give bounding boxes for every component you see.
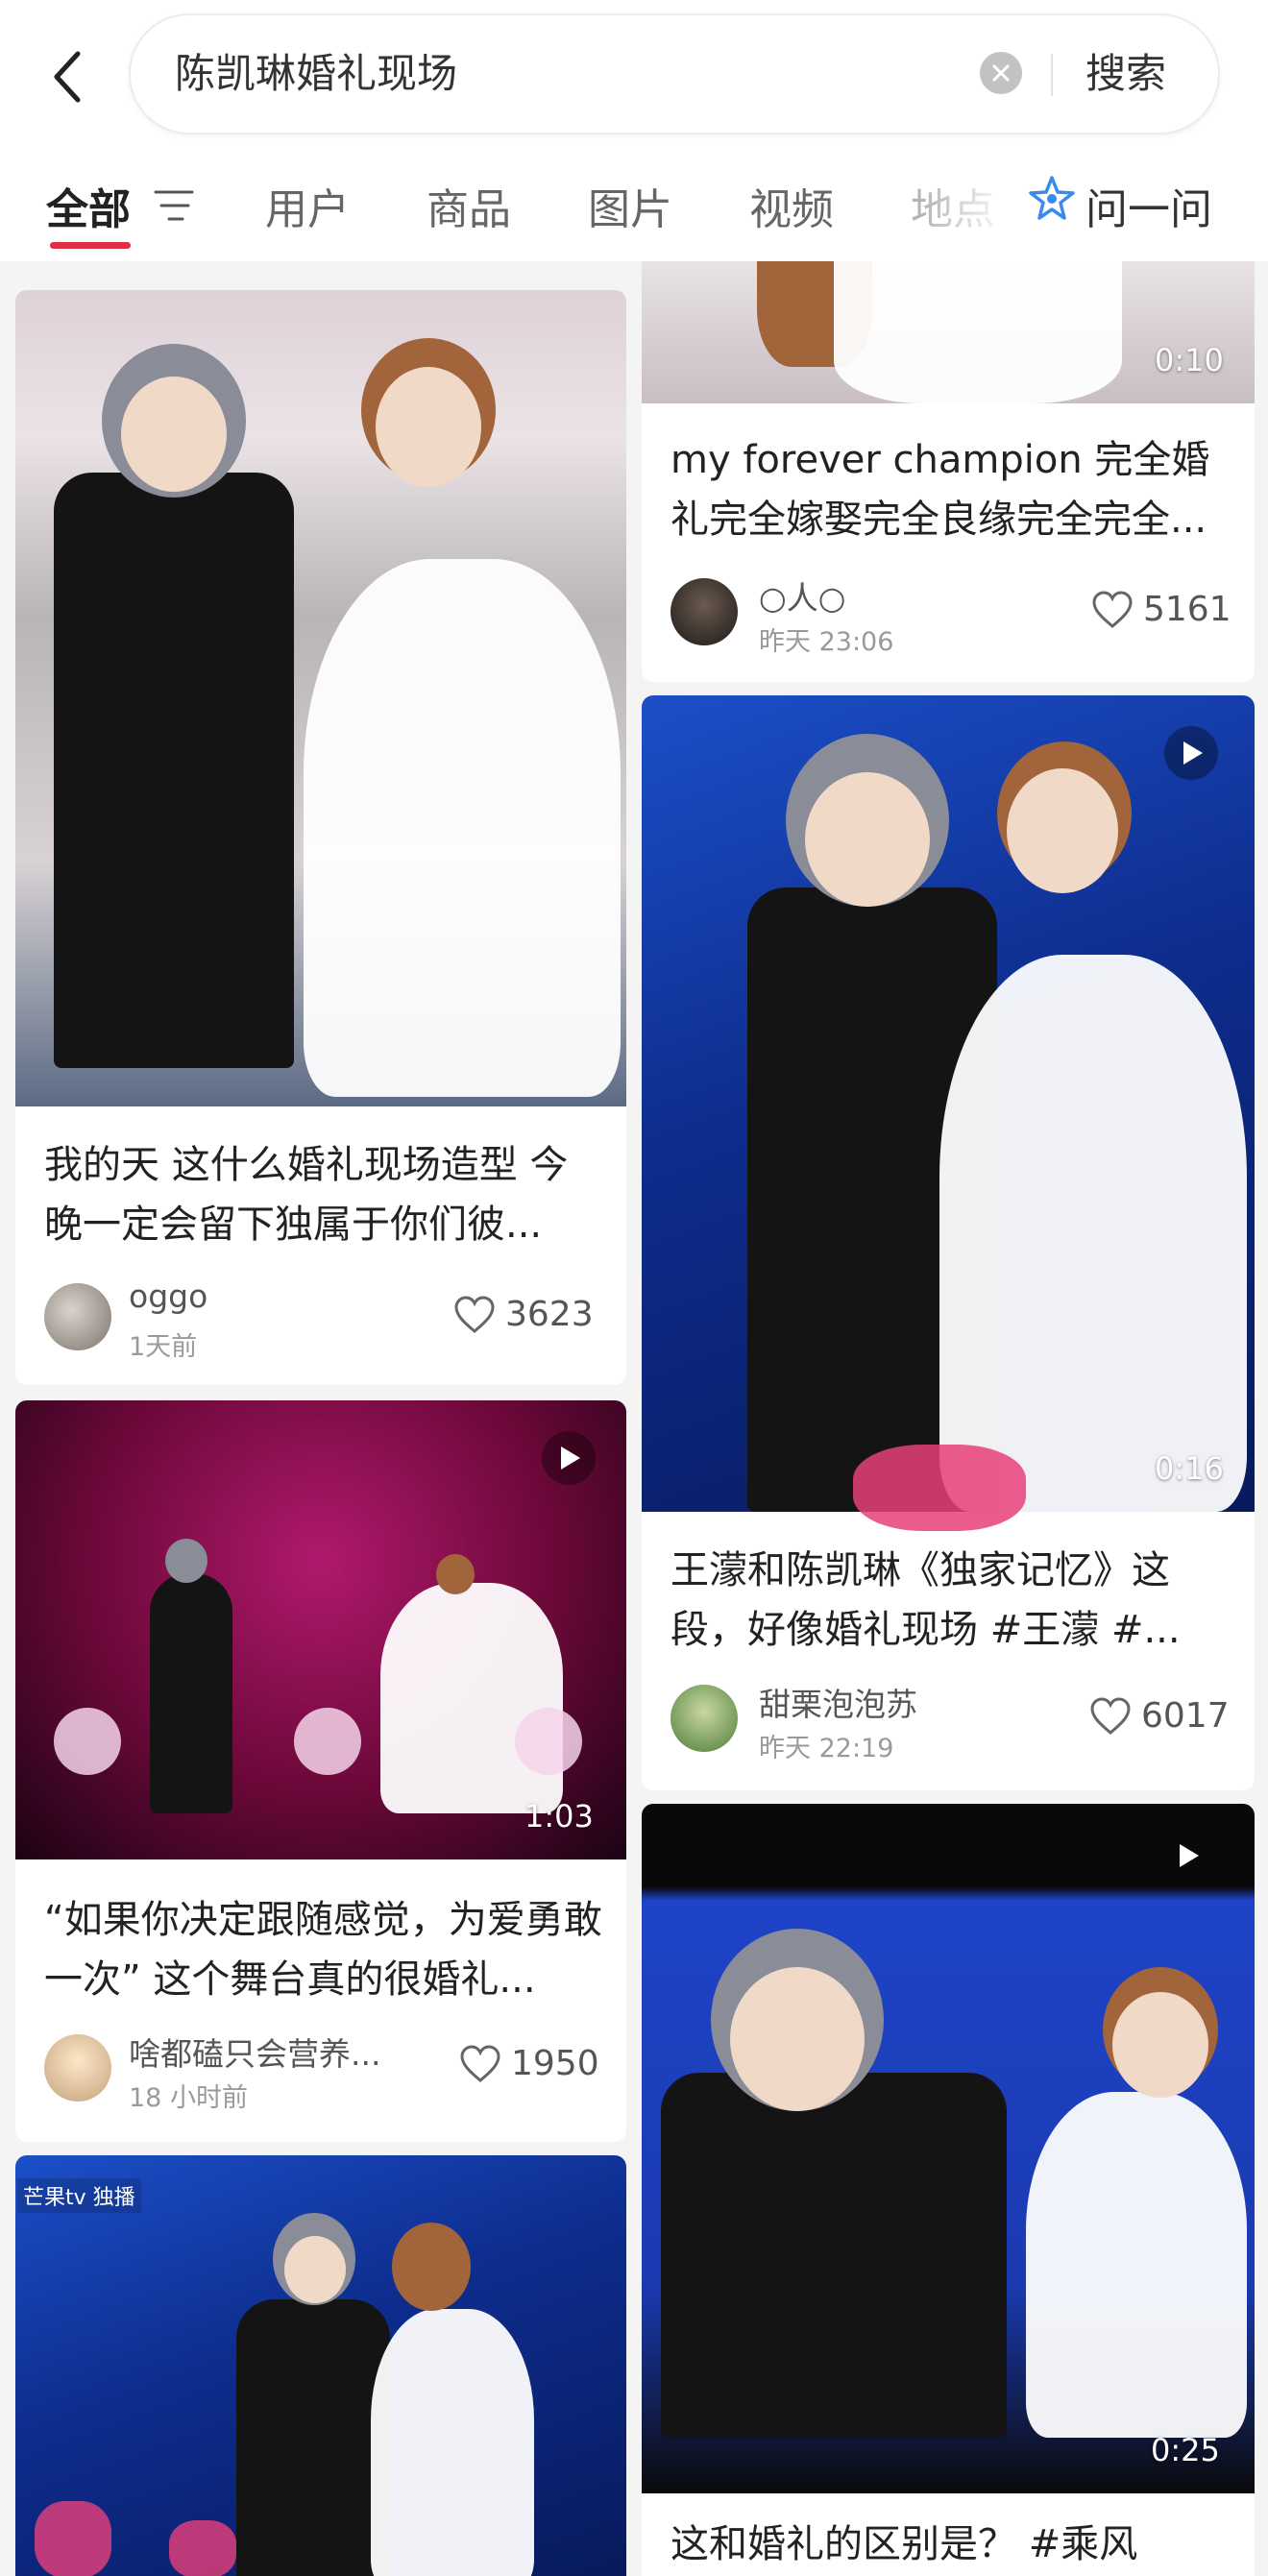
clear-button[interactable] [980,52,1022,94]
card-title: “如果你决定跟随感觉，为爱勇敢一次” 这个舞台真的很婚礼... [44,1898,602,2002]
top-bar: 陈凯琳婚礼现场 搜索 全部 用户 商品 图片 视频 地点 问一问 [0,0,1268,261]
heart-outline-icon [454,1295,495,1333]
active-tab-indicator [50,242,131,249]
card-title: 这和婚礼的区别是？ #乘风 [671,2522,1138,2566]
video-duration: 1:03 [524,1798,594,1835]
card-title: 王濛和陈凯琳《独家记忆》这段，好像婚礼现场 #王濛 #... [671,1548,1181,1652]
tab-videos[interactable]: 视频 [749,175,834,236]
like-count: 3623 [505,1295,594,1334]
avatar[interactable] [671,578,738,645]
author-name[interactable]: ○人○ [759,572,846,619]
avatar[interactable] [44,1283,111,1350]
author-name[interactable]: 甜栗泡泡苏 [759,1679,917,1725]
feed-card[interactable]: 1:03 “如果你决定跟随感觉，为爱勇敢一次” 这个舞台真的很婚礼... 啥都磕… [15,1400,626,2142]
tab-images[interactable]: 图片 [588,175,672,236]
video-duration: 0:25 [1151,2432,1220,2468]
back-button[interactable] [38,38,96,115]
heart-outline-icon [1092,590,1133,628]
tab-users[interactable]: 用户 [265,175,350,236]
tab-fade [922,163,1028,250]
feed-card[interactable]: 0:25 这和婚礼的区别是？ #乘风 [642,1804,1255,2576]
like-count: 5161 [1143,590,1231,629]
avatar[interactable] [44,2034,111,2102]
author-name[interactable]: oggo [129,1277,207,1315]
cover-video: 芒果tv 独播 [15,2155,626,2576]
like-button[interactable]: 3623 [453,1295,594,1334]
play-icon [1183,741,1203,765]
heart-outline-icon [1090,1696,1131,1735]
chevron-left-icon [54,51,81,103]
like-count: 1950 [511,2044,599,2083]
search-input[interactable]: 陈凯琳婚礼现场 [175,15,457,133]
cover-video: 0:16 [642,695,1255,1531]
play-button[interactable] [1160,1829,1214,1883]
like-count: 6017 [1141,1696,1230,1736]
play-icon [1180,1844,1199,1867]
author-name[interactable]: 啥都磕只会营养... [129,2029,380,2075]
cover-video: 0:25 [642,1804,1255,2493]
category-tabs: 全部 用户 商品 图片 视频 地点 问一问 [0,163,1268,259]
ask-label: 问一问 [1085,185,1212,234]
play-icon [561,1446,580,1470]
play-button[interactable] [542,1431,596,1485]
cover-video: 1:03 [15,1400,626,1859]
filter-icon[interactable] [154,186,196,225]
channel-logo: 芒果tv 独播 [17,2178,141,2213]
post-time: 1天前 [129,1332,198,1362]
feed-card[interactable]: 0:16 王濛和陈凯琳《独家记忆》这段，好像婚礼现场 #王濛 #... 甜栗泡泡… [642,695,1255,1790]
card-title: my forever champion 完全婚礼完全嫁娶完全良缘完全完全... [671,438,1210,542]
cover-image [15,290,626,1106]
avatar[interactable] [671,1685,738,1752]
search-button[interactable]: 搜索 [1085,15,1166,133]
feed-card[interactable]: 芒果tv 独播 [15,2155,626,2576]
clear-icon [992,64,1010,82]
card-title: 我的天 这什么婚礼现场造型 今晚一定会留下独属于你们彼... [44,1143,569,1247]
search-divider [1051,54,1053,96]
heart-outline-icon [460,2044,500,2082]
feed-card[interactable]: 我的天 这什么婚礼现场造型 今晚一定会留下独属于你们彼... oggo 1天前 … [15,290,626,1385]
search-box[interactable]: 陈凯琳婚礼现场 搜索 [129,13,1220,134]
cover-video: 0:10 [642,261,1255,403]
video-duration: 0:16 [1155,1450,1224,1487]
post-time: 昨天 23:06 [759,627,894,657]
like-button[interactable]: 5161 [1091,590,1231,629]
tab-all[interactable]: 全部 [46,175,131,236]
play-button[interactable] [1164,726,1218,780]
star-sparkle-icon [1029,176,1075,220]
post-time: 18 小时前 [129,2083,248,2113]
like-button[interactable]: 6017 [1089,1696,1230,1736]
post-time: 昨天 22:19 [759,1734,894,1763]
feed-card[interactable]: 0:10 my forever champion 完全婚礼完全嫁娶完全良缘完全完… [642,261,1255,682]
video-duration: 0:10 [1155,342,1224,378]
like-button[interactable]: 1950 [459,2044,599,2083]
tab-products[interactable]: 商品 [427,175,511,236]
ask-button[interactable]: 问一问 [1028,163,1212,250]
